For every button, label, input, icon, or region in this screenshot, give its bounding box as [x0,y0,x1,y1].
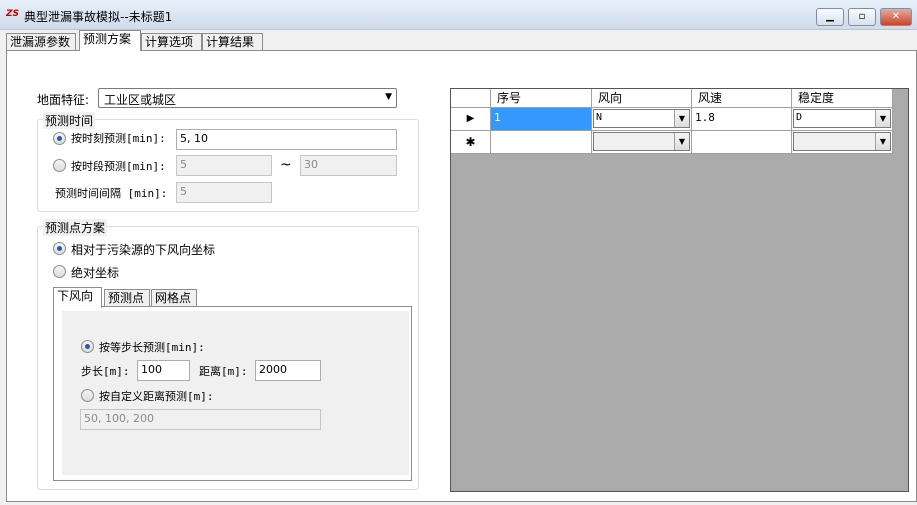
cell-no-new[interactable] [491,131,592,154]
close-button[interactable]: ✕ [880,8,912,26]
cell-direction[interactable]: N ▼ [592,108,692,131]
custom-input[interactable]: 50, 100, 200 [80,409,321,430]
col-header-no[interactable]: 序号 [491,89,592,108]
stability-value: D [796,112,803,123]
step-label: 步长[m]: [81,365,130,378]
chevron-down-icon[interactable]: ▼ [674,133,689,150]
distance-input[interactable]: 2000 [255,360,321,381]
direction-select-new[interactable]: ▼ [593,132,690,151]
cell-no[interactable]: 1 [491,108,592,131]
app-logo-icon: ZS [6,9,20,19]
col-header-stability[interactable]: 稳定度 [792,89,893,108]
period-label: 按时段预测[min]: [71,160,166,173]
surface-value: 工业区或城区 [104,93,177,107]
tab-leak-source[interactable]: 泄漏源参数 [6,33,76,50]
interval-label: 预测时间间隔 [min]: [55,187,168,200]
equal-step-label: 按等步长预测[min]: [99,341,205,354]
absolute-label: 绝对坐标 [71,266,120,280]
col-header-speed[interactable]: 风速 [692,89,792,108]
chevron-down-icon[interactable]: ▼ [875,110,890,127]
stability-select-new[interactable]: ▼ [793,132,891,151]
window-title: 典型泄漏事故模拟--未标题1 [24,10,173,24]
col-header-direction[interactable]: 风向 [592,89,692,108]
cell-speed-new[interactable] [692,131,792,154]
subtab-points[interactable]: 预测点 [104,289,150,307]
stability-select[interactable]: D ▼ [793,109,891,128]
tab-calc-options[interactable]: 计算选项 [141,33,202,50]
points-group-title: 预测点方案 [43,219,108,236]
subtab-downwind[interactable]: 下风向 [53,287,102,308]
period-to-input[interactable]: 30 [300,155,397,176]
surface-select[interactable]: 工业区或城区 ▼ [98,88,397,108]
direction-select[interactable]: N ▼ [593,109,690,128]
chevron-down-icon[interactable]: ▼ [875,133,890,150]
surface-label: 地面特征: [37,93,90,107]
tab-calc-results[interactable]: 计算结果 [202,33,263,50]
custom-radio[interactable] [81,389,94,402]
relative-radio[interactable] [53,242,66,255]
cell-stability-new[interactable]: ▼ [792,131,893,154]
moment-label: 按时刻预测[min]: [71,132,166,145]
point-subtabs: 下风向 预测点 网格点 [53,287,273,308]
interval-input[interactable]: 5 [176,182,272,203]
minimize-button[interactable]: ▁ [816,8,844,26]
new-row-marker-icon[interactable]: ✱ [451,131,491,154]
period-separator: ~ [280,157,292,173]
chevron-down-icon[interactable]: ▼ [674,110,689,127]
time-group-title: 预测时间 [43,112,96,129]
grid-corner [451,89,491,108]
absolute-radio[interactable] [53,265,66,278]
period-from-input[interactable]: 5 [176,155,272,176]
relative-label: 相对于污染源的下风向坐标 [71,243,216,257]
cell-speed[interactable]: 1.8 [692,108,792,131]
moment-radio[interactable] [53,132,66,145]
custom-label: 按自定义距离预测[m]: [99,390,214,403]
distance-label: 距离[m]: [199,365,248,378]
title-bar: ZS 典型泄漏事故模拟--未标题1 ▁ ▫ ✕ [0,0,917,30]
cell-direction-new[interactable]: ▼ [592,131,692,154]
period-radio[interactable] [53,159,66,172]
maximize-button[interactable]: ▫ [848,8,876,26]
subtab-grid[interactable]: 网格点 [151,289,197,307]
cell-stability[interactable]: D ▼ [792,108,893,131]
step-input[interactable]: 100 [137,360,190,381]
weather-grid[interactable]: 序号 风向 风速 稳定度 ▶ 1 N ▼ 1.8 D ▼ ✱ ▼ ▼ [450,88,909,492]
moment-input[interactable]: 5, 10 [176,129,397,150]
tab-prediction-plan[interactable]: 预测方案 [79,30,141,51]
chevron-down-icon: ▼ [385,92,392,102]
equal-step-radio[interactable] [81,340,94,353]
direction-value: N [596,112,603,123]
row-marker-icon[interactable]: ▶ [451,108,491,131]
